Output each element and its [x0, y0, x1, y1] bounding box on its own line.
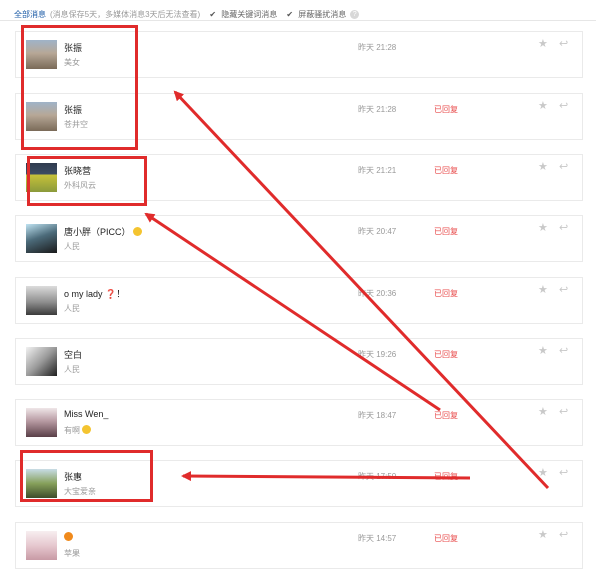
reply-icon[interactable]: ↩ [559, 39, 568, 50]
message-time: 昨天 21:28 [358, 43, 397, 52]
avatar[interactable] [26, 531, 57, 560]
annotation-box [20, 450, 153, 502]
avatar[interactable] [26, 408, 57, 437]
annotation-box [21, 25, 138, 150]
message-row[interactable]: 空白 人民 昨天 19:26 已回复 ★ ↩ [15, 338, 583, 385]
reply-status: 已回复 [434, 227, 458, 236]
sender-name-text: o my lady [64, 289, 103, 299]
pumpkin-emoji-icon [64, 532, 73, 541]
message-preview: 人民 [64, 242, 80, 251]
message-time: 昨天 14:57 [358, 534, 397, 543]
reply-status: 已回复 [434, 166, 458, 175]
exclaim: ！ [116, 289, 126, 299]
message-time: 昨天 21:21 [358, 166, 397, 175]
reply-status: 已回复 [434, 350, 458, 359]
reply-status: 已回复 [434, 105, 458, 114]
block-spam-checkbox[interactable]: ✔ [285, 10, 294, 19]
reply-icon[interactable]: ↩ [559, 407, 568, 418]
sender-name[interactable] [64, 532, 73, 542]
message-preview-text: 有啊 [64, 426, 80, 435]
reply-status: 已回复 [434, 411, 458, 420]
annotation-box [27, 156, 147, 206]
sender-name[interactable]: o my lady ❓！ [64, 287, 125, 300]
hide-keywords-label: 隐藏关键词消息 [221, 9, 278, 19]
message-time: 昨天 21:28 [358, 105, 397, 114]
sender-name[interactable]: 空白 [64, 348, 82, 361]
star-icon[interactable]: ★ [538, 407, 548, 418]
reply-icon[interactable]: ↩ [559, 530, 568, 541]
star-icon[interactable]: ★ [538, 530, 548, 541]
message-row[interactable]: o my lady ❓！ 人民 昨天 20:36 已回复 ★ ↩ [15, 277, 583, 324]
sender-name[interactable]: 唐小胖（PICC） [64, 225, 142, 238]
sender-name[interactable]: Miss Wen_ [64, 409, 108, 419]
all-messages-link[interactable]: 全部消息 [14, 9, 46, 20]
block-spam-label: 屏蔽骚扰消息 [298, 9, 347, 19]
reply-status: 已回复 [434, 534, 458, 543]
reply-icon[interactable]: ↩ [559, 468, 568, 479]
help-icon[interactable]: ? [350, 9, 360, 19]
message-preview: 有啊 [64, 425, 91, 436]
retention-note: (消息保存5天，多媒体消息3天后无法查看) [50, 9, 201, 19]
message-time: 昨天 20:36 [358, 289, 397, 298]
message-time: 昨天 20:47 [358, 227, 397, 236]
message-filter-bar: 全部消息 (消息保存5天，多媒体消息3天后无法查看) ✔ 隐藏关键词消息 ✔ 屏… [14, 7, 596, 21]
star-icon[interactable]: ★ [538, 223, 548, 234]
message-time: 昨天 18:47 [358, 411, 397, 420]
message-row[interactable]: 唐小胖（PICC） 人民 昨天 20:47 已回复 ★ ↩ [15, 215, 583, 262]
star-icon[interactable]: ★ [538, 468, 548, 479]
star-icon[interactable]: ★ [538, 346, 548, 357]
avatar[interactable] [26, 224, 57, 253]
star-icon[interactable]: ★ [538, 39, 548, 50]
reply-icon[interactable]: ↩ [559, 162, 568, 173]
reply-icon[interactable]: ↩ [559, 346, 568, 357]
message-time: 昨天 19:26 [358, 350, 397, 359]
reply-icon[interactable]: ↩ [559, 101, 568, 112]
star-icon[interactable]: ★ [538, 162, 548, 173]
message-row[interactable]: 苹果 昨天 14:57 已回复 ★ ↩ [15, 522, 583, 569]
smile-emoji-icon [82, 425, 91, 434]
hide-keywords-checkbox[interactable]: ✔ [208, 10, 217, 19]
reply-status: 已回复 [434, 289, 458, 298]
message-preview: 人民 [64, 304, 80, 313]
reply-icon[interactable]: ↩ [559, 285, 568, 296]
sender-name-text: 唐小胖（PICC） [64, 227, 131, 237]
reply-status: 已回复 [434, 472, 458, 481]
question-mark-emoji-icon: ❓ [105, 289, 117, 299]
message-row[interactable]: Miss Wen_ 有啊 昨天 18:47 已回复 ★ ↩ [15, 399, 583, 446]
message-time: 昨天 17:50 [358, 472, 397, 481]
smile-emoji-icon [132, 227, 142, 236]
star-icon[interactable]: ★ [538, 101, 548, 112]
reply-icon[interactable]: ↩ [559, 223, 568, 234]
avatar[interactable] [26, 347, 57, 376]
avatar[interactable] [26, 286, 57, 315]
message-preview: 人民 [64, 365, 80, 374]
divider [0, 20, 596, 21]
star-icon[interactable]: ★ [538, 285, 548, 296]
message-preview: 苹果 [64, 549, 80, 558]
